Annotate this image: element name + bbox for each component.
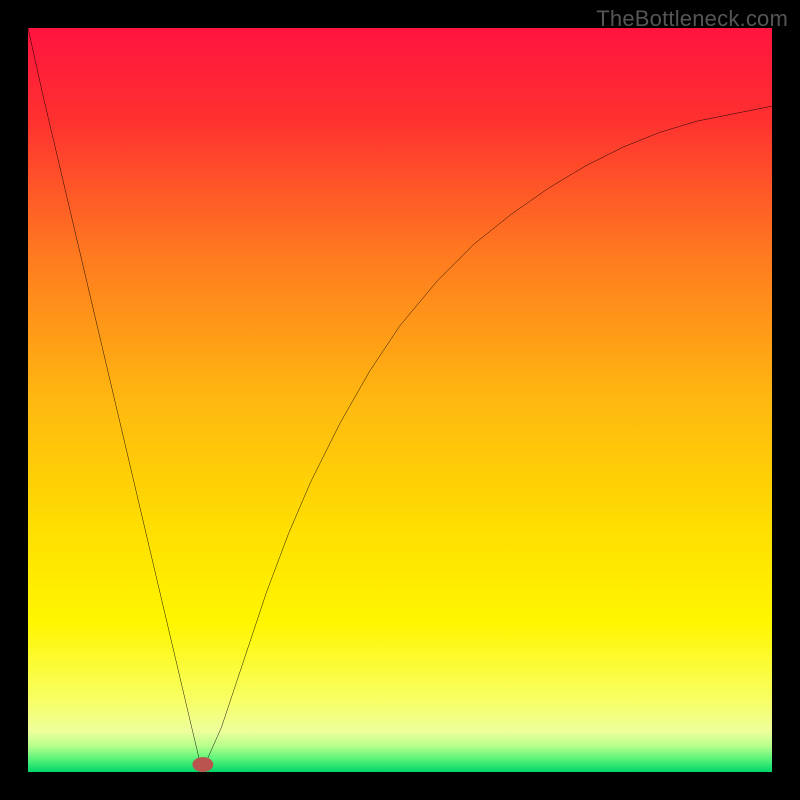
- chart-figure: TheBottleneck.com: [0, 0, 800, 800]
- watermark-text: TheBottleneck.com: [596, 6, 788, 32]
- minimum-marker: [192, 757, 213, 772]
- plot-area: [28, 28, 772, 772]
- plot-svg: [28, 28, 772, 772]
- bottleneck-curve: [28, 28, 772, 761]
